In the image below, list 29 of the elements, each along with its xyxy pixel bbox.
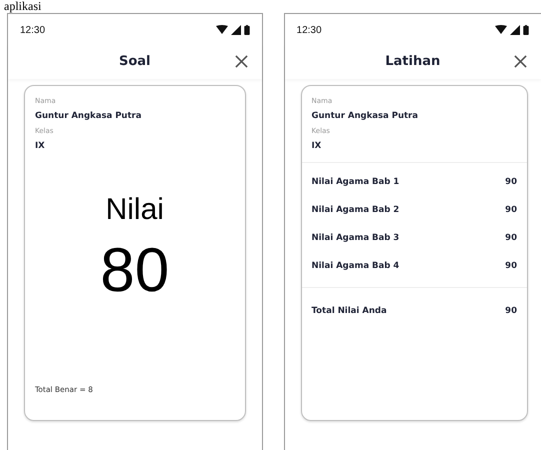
battery-icon (244, 25, 250, 35)
field-value: IX (312, 141, 322, 152)
row-value: 90 (505, 232, 517, 245)
signal-icon (510, 25, 520, 35)
field-value: Guntur Angkasa Putra (35, 111, 142, 122)
battery-icon (523, 25, 529, 35)
row-value: 90 (505, 260, 517, 273)
row-value: 90 (505, 204, 517, 217)
row-label: Nilai Agama Bab 2 (312, 204, 400, 217)
screen-title: Latihan (385, 54, 440, 68)
status-time: 12:30 (20, 24, 46, 36)
close-icon[interactable] (234, 54, 248, 68)
field-value: Guntur Angkasa Putra (312, 111, 419, 122)
row-label: Nilai Agama Bab 3 (312, 232, 400, 245)
wifi-icon (216, 25, 228, 35)
wifi-icon (495, 25, 507, 35)
total-value: 90 (505, 305, 517, 318)
signal-icon (230, 25, 241, 35)
field-value: IX (35, 141, 46, 152)
screen-title: Soal (118, 54, 151, 68)
close-icon[interactable] (514, 54, 527, 68)
status-time: 12:30 (296, 24, 322, 36)
score-label: Nilai (106, 192, 164, 228)
total-label: Total Nilai Anda (312, 305, 387, 318)
score-value: 80 (100, 236, 170, 306)
row-label: Nilai Agama Bab 1 (312, 176, 400, 189)
row-value: 90 (505, 176, 517, 189)
caption-text: aplikasi (3, 0, 42, 12)
row-label: Nilai Agama Bab 4 (312, 260, 400, 273)
